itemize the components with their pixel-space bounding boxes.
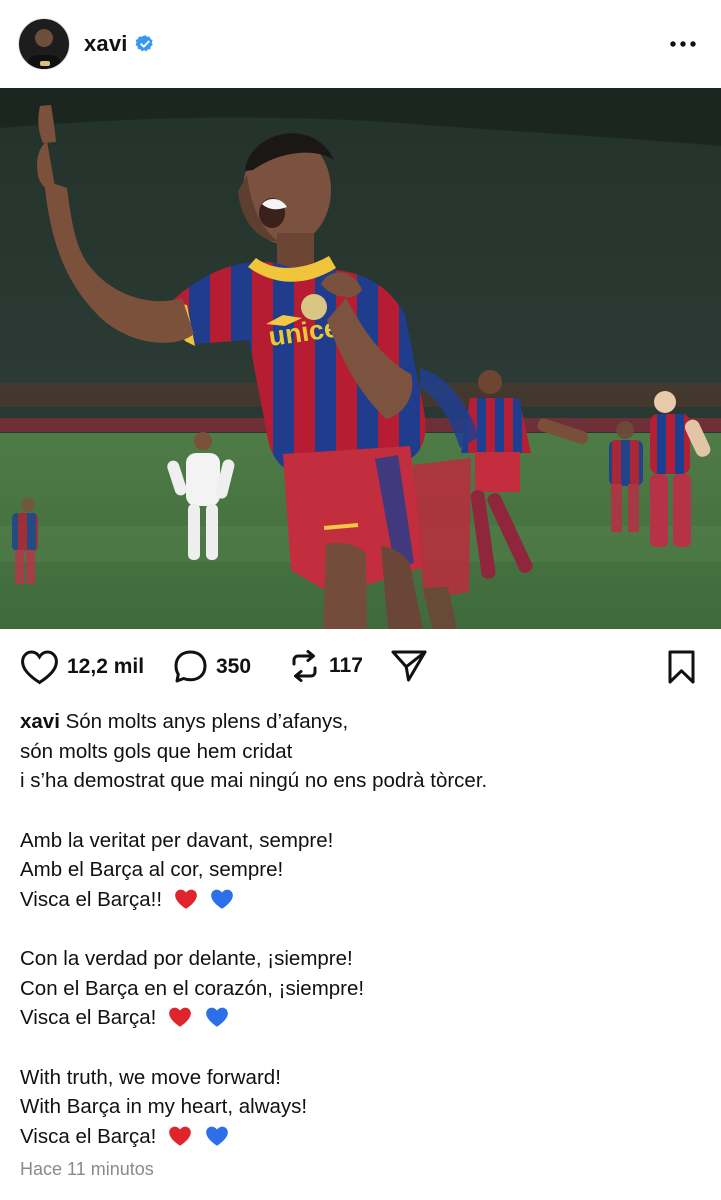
caption-line: Con el Barça en el corazón, ¡siempre! (20, 976, 365, 1000)
share-button[interactable] (390, 649, 428, 683)
send-icon (391, 650, 427, 682)
bookmark-button[interactable] (666, 649, 697, 690)
username[interactable]: xavi (84, 31, 128, 57)
caption-line: Con la verdad por delante, ¡siempre! (20, 947, 353, 970)
caption-line: With Barça in my heart, always! (20, 1095, 308, 1118)
red-heart-icon (169, 1007, 191, 1027)
blue-heart-icon (205, 1126, 228, 1146)
blue-heart-icon (205, 1007, 228, 1027)
caption-line: Amb el Barça al cor, sempre! (20, 858, 284, 881)
caption-paragraph-3: Con la verdad por delante, ¡siempre! Con… (20, 944, 701, 1033)
caption-line: With truth, we move forward! (20, 1065, 281, 1089)
more-options-button[interactable] (669, 30, 697, 58)
likes-count: 12,2 mil (67, 655, 145, 678)
caption-username[interactable]: xavi (20, 710, 60, 733)
blue-heart-icon (211, 889, 234, 909)
verified-icon (135, 35, 153, 52)
caption-paragraph-4: With truth, we move forward! With Barça … (20, 1063, 701, 1152)
caption-line: són molts gols que hem cridat (20, 739, 293, 763)
post-timestamp: Hace 11 minutos (20, 1159, 154, 1179)
more-horizontal-icon (670, 41, 696, 47)
caption-line: Són molts anys plens d’afanys, (65, 710, 349, 733)
celebration-photo: unicef (0, 88, 721, 629)
like-button[interactable]: 12,2 mil (20, 649, 144, 685)
post-actions: 12,2 mil 350 117 (0, 629, 721, 707)
caption-line: i s’ha demostrat que mai ningú no ens po… (20, 769, 488, 792)
caption-line: Amb la veritat per davant, sempre! (20, 828, 334, 852)
comment-icon (174, 650, 207, 683)
caption-paragraph-2: Amb la veritat per davant, sempre! Amb e… (20, 826, 701, 915)
bookmark-icon (668, 650, 695, 684)
repost-icon (292, 650, 317, 682)
caption-line: Visca el Barça! (20, 1006, 157, 1029)
post-header: xavi (0, 0, 721, 88)
comment-button[interactable]: 350 (173, 649, 251, 684)
repost-button[interactable]: 117 (288, 649, 363, 683)
caption-line: Visca el Barça!! (20, 887, 163, 911)
post-caption: xavi Són molts anys plens d’afanys, són … (0, 707, 721, 1151)
caption-paragraph-1: xavi Són molts anys plens d’afanys, són … (20, 707, 701, 796)
reposts-count: 117 (329, 654, 363, 677)
red-heart-icon (169, 1126, 191, 1146)
red-heart-icon (174, 889, 197, 909)
post-photo[interactable]: unicef (0, 88, 721, 629)
caption-line: Visca el Barça! (20, 1124, 157, 1148)
comments-count: 350 (216, 654, 252, 678)
avatar[interactable] (18, 18, 70, 70)
heart-icon (21, 650, 58, 685)
